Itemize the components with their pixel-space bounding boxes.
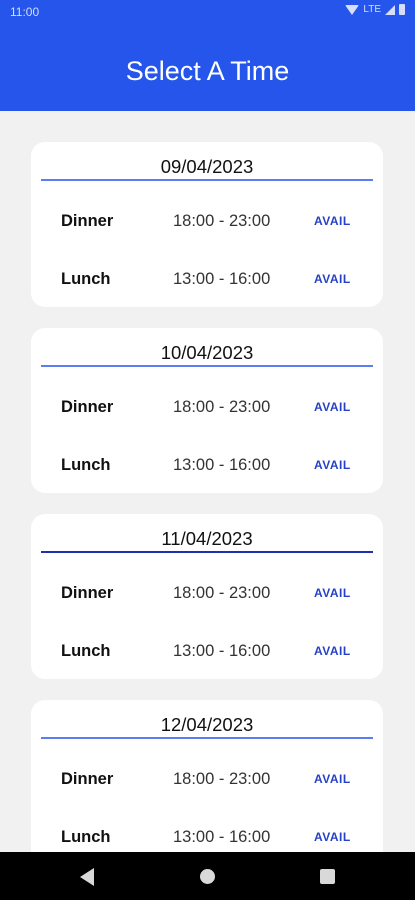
app-bar: 11:00 LTE Select A Time xyxy=(0,0,415,111)
date-divider xyxy=(41,737,373,739)
slot-row-lunch: Lunch 13:00 - 16:00 AVAIL xyxy=(31,636,383,666)
date-card: 09/04/2023 Dinner 18:00 - 23:00 AVAIL Lu… xyxy=(31,142,383,307)
time-slot-list: 09/04/2023 Dinner 18:00 - 23:00 AVAIL Lu… xyxy=(31,142,383,886)
avail-button[interactable]: AVAIL xyxy=(314,458,351,472)
avail-button[interactable]: AVAIL xyxy=(314,586,351,600)
slot-row-lunch: Lunch 13:00 - 16:00 AVAIL xyxy=(31,822,383,852)
slot-row-dinner: Dinner 18:00 - 23:00 AVAIL xyxy=(31,578,383,608)
home-icon[interactable] xyxy=(200,869,215,884)
slot-hours: 13:00 - 16:00 xyxy=(173,642,271,660)
meal-label: Dinner xyxy=(61,398,114,416)
status-icons: LTE xyxy=(345,4,405,15)
avail-button[interactable]: AVAIL xyxy=(314,644,351,658)
meal-label: Dinner xyxy=(61,584,114,602)
date-divider xyxy=(41,179,373,181)
card-date: 11/04/2023 xyxy=(161,528,253,549)
slot-hours: 13:00 - 16:00 xyxy=(173,456,271,474)
meal-label: Lunch xyxy=(61,456,111,474)
signal-icon xyxy=(385,4,395,15)
slot-hours: 18:00 - 23:00 xyxy=(173,770,271,788)
slot-row-lunch: Lunch 13:00 - 16:00 AVAIL xyxy=(31,450,383,480)
avail-button[interactable]: AVAIL xyxy=(314,400,351,414)
meal-label: Dinner xyxy=(61,212,114,230)
card-date: 12/04/2023 xyxy=(160,714,254,735)
meal-label: Dinner xyxy=(61,770,114,788)
avail-button[interactable]: AVAIL xyxy=(314,830,351,844)
card-date: 10/04/2023 xyxy=(160,342,254,363)
page-title: Select A Time xyxy=(125,56,290,86)
status-time: 11:00 xyxy=(10,5,40,19)
slot-row-dinner: Dinner 18:00 - 23:00 AVAIL xyxy=(31,392,383,422)
avail-button[interactable]: AVAIL xyxy=(314,214,351,228)
back-icon[interactable] xyxy=(80,868,94,886)
slot-row-dinner: Dinner 18:00 - 23:00 AVAIL xyxy=(31,206,383,236)
network-type: LTE xyxy=(363,4,381,15)
wifi-icon xyxy=(345,4,360,15)
meal-label: Lunch xyxy=(61,828,111,846)
battery-icon xyxy=(399,4,405,15)
date-card: 10/04/2023 Dinner 18:00 - 23:00 AVAIL Lu… xyxy=(31,328,383,493)
avail-button[interactable]: AVAIL xyxy=(314,272,351,286)
system-nav-bar xyxy=(0,852,415,900)
slot-hours: 18:00 - 23:00 xyxy=(173,212,271,230)
slot-hours: 18:00 - 23:00 xyxy=(173,398,271,416)
meal-label: Lunch xyxy=(61,642,111,660)
slot-hours: 18:00 - 23:00 xyxy=(173,584,271,602)
slot-row-dinner: Dinner 18:00 - 23:00 AVAIL xyxy=(31,764,383,794)
avail-button[interactable]: AVAIL xyxy=(314,772,351,786)
meal-label: Lunch xyxy=(61,270,111,288)
slot-hours: 13:00 - 16:00 xyxy=(173,270,271,288)
status-bar: 11:00 LTE xyxy=(0,0,415,24)
date-divider xyxy=(41,365,373,367)
date-card: 11/04/2023 Dinner 18:00 - 23:00 AVAIL Lu… xyxy=(31,514,383,679)
card-date: 09/04/2023 xyxy=(160,156,254,177)
date-card: 12/04/2023 Dinner 18:00 - 23:00 AVAIL Lu… xyxy=(31,700,383,865)
recents-icon[interactable] xyxy=(320,869,335,884)
slot-row-lunch: Lunch 13:00 - 16:00 AVAIL xyxy=(31,264,383,294)
slot-hours: 13:00 - 16:00 xyxy=(173,828,271,846)
date-divider xyxy=(41,551,373,553)
